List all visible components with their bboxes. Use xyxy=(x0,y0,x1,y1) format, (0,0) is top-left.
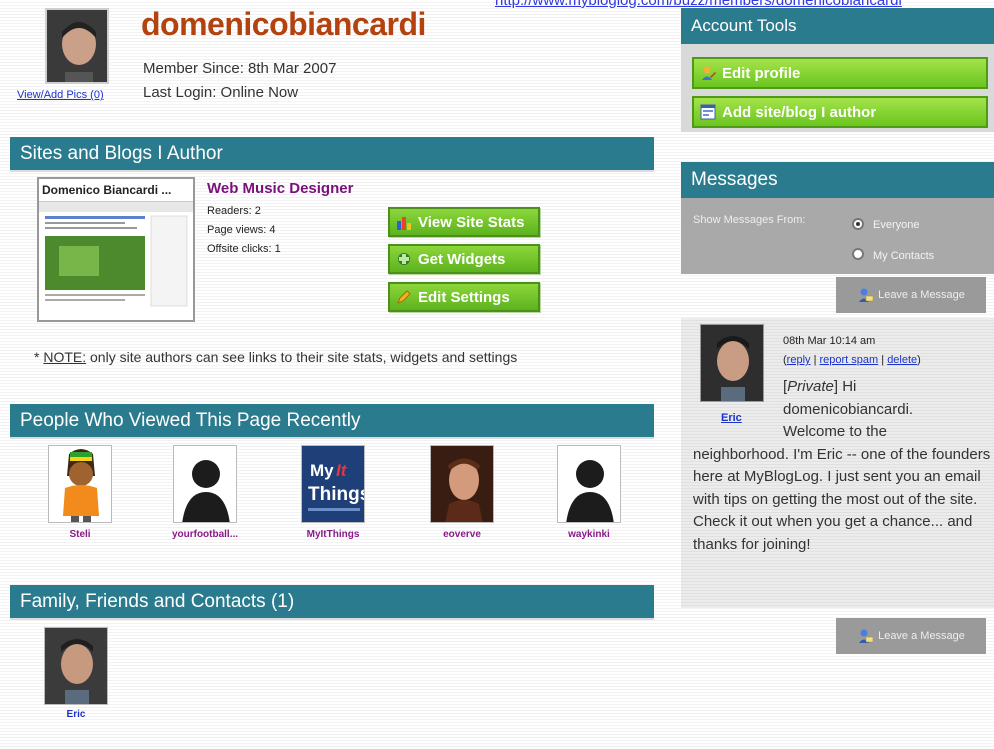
site-add-icon xyxy=(700,104,716,120)
messages-filter-panel xyxy=(681,198,994,274)
messages-header: Messages xyxy=(681,162,994,198)
viewer-item[interactable]: waykinki xyxy=(544,445,634,540)
message-private-line: [Private] Hi xyxy=(783,378,857,395)
message-date: 08th Mar 10:14 am xyxy=(783,335,876,347)
leave-message-button-top[interactable]: Leave a Message xyxy=(836,277,986,313)
message-actions: (reply | report spam | delete) xyxy=(783,354,921,366)
viewer-item[interactable]: eoverve xyxy=(417,445,507,540)
myitthings-logo-icon: My It Things xyxy=(302,446,365,522)
message-greeting: Hi xyxy=(842,378,857,395)
svg-text:Things: Things xyxy=(308,484,365,505)
leave-message-icon xyxy=(859,288,874,302)
note-text: only site authors can see links to their… xyxy=(86,349,518,365)
edit-settings-button[interactable]: Edit Settings xyxy=(388,282,540,312)
viewer-avatar xyxy=(173,445,237,523)
default-silhouette-icon xyxy=(558,446,620,522)
member-since: Member Since: 8th Mar 2007 xyxy=(143,60,337,77)
delete-link[interactable]: delete xyxy=(887,354,917,366)
viewer-item[interactable]: Steli xyxy=(35,445,125,540)
get-widgets-button[interactable]: Get Widgets xyxy=(388,244,540,274)
profile-avatar[interactable] xyxy=(45,8,109,84)
viewer-avatar xyxy=(48,445,112,523)
rasta-avatar-icon xyxy=(49,446,111,522)
view-site-stats-button[interactable]: View Site Stats xyxy=(388,207,540,237)
add-site-button[interactable]: Add site/blog I author xyxy=(692,96,988,128)
svg-text:It: It xyxy=(336,461,348,480)
add-site-label: Add site/blog I author xyxy=(722,103,877,121)
default-silhouette-icon xyxy=(174,446,236,522)
viewer-item[interactable]: yourfootball... xyxy=(160,445,250,540)
reply-link[interactable]: reply xyxy=(787,354,811,366)
section-header-viewers: People Who Viewed This Page Recently xyxy=(10,404,654,437)
view-site-stats-label: View Site Stats xyxy=(418,213,525,231)
get-widgets-label: Get Widgets xyxy=(418,250,506,268)
person-photo xyxy=(45,628,107,704)
bar-chart-icon xyxy=(397,217,411,230)
leave-message-label: Leave a Message xyxy=(878,289,965,301)
viewer-avatar xyxy=(557,445,621,523)
edit-profile-button[interactable]: Edit profile xyxy=(692,57,988,89)
widget-icon xyxy=(398,253,410,265)
site-name-link[interactable]: Web Music Designer xyxy=(207,180,353,197)
pencil-icon xyxy=(397,290,411,304)
site-thumbnail-preview xyxy=(39,202,193,307)
viewer-name: yourfootball... xyxy=(171,529,239,540)
radio-everyone-label: Everyone xyxy=(873,219,920,231)
friend-avatar xyxy=(44,627,108,705)
section-header-friends: Family, Friends and Contacts (1) xyxy=(10,585,654,618)
viewer-name: eoverve xyxy=(443,529,481,540)
message-line1: domenicobiancardi. xyxy=(783,400,914,418)
radio-my-contacts[interactable] xyxy=(852,248,864,260)
authors-note: * NOTE: only site authors can see links … xyxy=(34,349,517,365)
friend-name: Eric xyxy=(66,709,86,720)
viewer-avatar: My It Things xyxy=(301,445,365,523)
account-tools-header: Account Tools xyxy=(681,8,994,44)
private-tag: Private xyxy=(787,378,834,395)
show-messages-label: Show Messages From: xyxy=(693,214,806,226)
leave-message-icon xyxy=(859,629,874,643)
site-offsite-clicks: Offsite clicks: 1 xyxy=(207,243,281,255)
note-label: NOTE: xyxy=(43,349,87,365)
site-thumbnail[interactable]: Domenico Biancardi ... xyxy=(37,177,195,322)
user-edit-icon xyxy=(702,66,716,80)
person-photo xyxy=(431,446,493,522)
last-login: Last Login: Online Now xyxy=(143,84,299,101)
edit-profile-label: Edit profile xyxy=(722,64,801,82)
radio-my-contacts-label: My Contacts xyxy=(873,250,935,262)
section-header-sites: Sites and Blogs I Author xyxy=(10,137,654,170)
site-thumbnail-title: Domenico Biancardi ... xyxy=(39,179,193,202)
leave-message-button-bottom[interactable]: Leave a Message xyxy=(836,618,986,654)
message-text: neighborhood. I'm Eric -- one of the fou… xyxy=(693,445,991,553)
message-line2: Welcome to the xyxy=(783,423,887,440)
viewer-name: Steli xyxy=(69,529,91,540)
note-prefix: * xyxy=(34,349,44,365)
page-title: domenicobiancardi xyxy=(141,6,426,42)
friend-item[interactable]: Eric xyxy=(44,627,108,720)
profile-photo xyxy=(47,10,107,82)
report-spam-link[interactable]: report spam xyxy=(820,354,879,366)
leave-message-label: Leave a Message xyxy=(878,630,965,642)
site-page-views: Page views: 4 xyxy=(207,224,276,236)
message-body: [Private] Hi domenicobiancardi. Welcome … xyxy=(693,376,993,556)
viewer-avatar xyxy=(430,445,494,523)
site-readers: Readers: 2 xyxy=(207,205,261,217)
viewer-name: MyItThings xyxy=(306,529,360,540)
viewer-name: waykinki xyxy=(568,529,610,540)
edit-settings-label: Edit Settings xyxy=(418,288,510,306)
view-add-pics-link[interactable]: View/Add Pics (0) xyxy=(17,89,104,101)
radio-everyone[interactable] xyxy=(852,218,864,230)
svg-text:My: My xyxy=(310,461,334,480)
viewer-item[interactable]: My It Things MyItThings xyxy=(288,445,378,540)
